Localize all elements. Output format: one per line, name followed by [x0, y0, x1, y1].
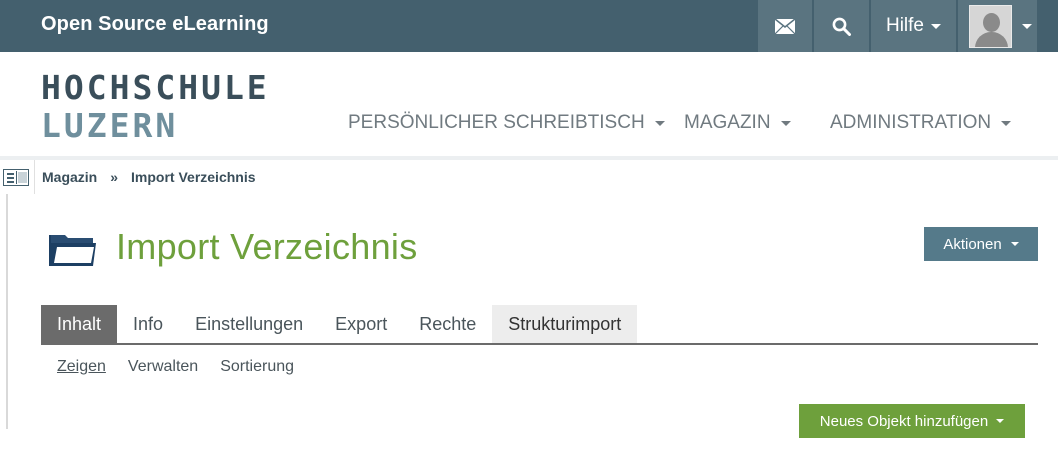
- tab-bar: Inhalt Info Einstellungen Export Rechte …: [41, 305, 638, 344]
- tree-view-icon[interactable]: [3, 169, 29, 186]
- chevron-down-icon: [996, 419, 1005, 423]
- tab-inhalt[interactable]: Inhalt: [41, 305, 118, 344]
- mail-button[interactable]: [758, 0, 812, 52]
- breadcrumb-separator: »: [110, 169, 119, 185]
- tab-underline: [41, 343, 1038, 345]
- nav-magazin[interactable]: MAGAZIN: [684, 112, 791, 134]
- tab-einstellungen[interactable]: Einstellungen: [179, 305, 319, 344]
- tab-export[interactable]: Export: [319, 305, 403, 344]
- actions-label: Aktionen: [943, 235, 1002, 253]
- logo-line-1: HOCHSCHULE: [41, 68, 270, 107]
- header: HOCHSCHULE LUZERN PERSÖNLICHER SCHREIBTI…: [0, 52, 1058, 157]
- actions-button[interactable]: Aktionen: [924, 227, 1038, 261]
- left-border: [6, 194, 8, 429]
- nav-administration[interactable]: ADMINISTRATION: [830, 112, 1012, 134]
- avatar: [968, 4, 1012, 48]
- page-title: Import Verzeichnis: [116, 226, 418, 267]
- nav-personal-desktop[interactable]: PERSÖNLICHER SCHREIBTISCH: [348, 112, 665, 134]
- breadcrumb-bar: Magazin » Import Verzeichnis: [0, 160, 1058, 194]
- help-label: Hilfe: [885, 15, 924, 36]
- tab-rechte[interactable]: Rechte: [403, 305, 492, 344]
- search-button[interactable]: [814, 0, 869, 52]
- add-button-label: Neues Objekt hinzufügen: [819, 412, 989, 430]
- subtab-bar: Zeigen Verwalten Sortierung: [57, 358, 316, 376]
- tab-strukturimport[interactable]: Strukturimport: [492, 305, 638, 344]
- help-menu[interactable]: Hilfe: [871, 0, 956, 52]
- chevron-down-icon: [1010, 242, 1019, 246]
- brand-title[interactable]: Open Source eLearning: [41, 13, 269, 36]
- chevron-down-icon: [1021, 23, 1032, 29]
- user-menu[interactable]: [958, 0, 1037, 52]
- breadcrumb: Magazin » Import Verzeichnis: [42, 169, 256, 185]
- folder-icon: [49, 235, 96, 266]
- nav-label: PERSÖNLICHER SCHREIBTISCH: [348, 112, 645, 133]
- top-bar: Open Source eLearning Hilfe: [0, 0, 1058, 52]
- chevron-down-icon: [931, 23, 941, 29]
- breadcrumb-item-current[interactable]: Import Verzeichnis: [131, 169, 255, 185]
- divider: [34, 160, 35, 194]
- chevron-down-icon: [1001, 120, 1012, 126]
- subtab-zeigen[interactable]: Zeigen: [57, 358, 106, 376]
- add-new-object-button[interactable]: Neues Objekt hinzufügen: [799, 404, 1025, 438]
- chevron-down-icon: [654, 120, 665, 126]
- logo[interactable]: HOCHSCHULE LUZERN: [41, 69, 270, 145]
- breadcrumb-item-magazin[interactable]: Magazin: [42, 169, 97, 185]
- subtab-verwalten[interactable]: Verwalten: [128, 358, 198, 376]
- logo-line-2: LUZERN: [41, 106, 179, 145]
- nav-label: MAGAZIN: [684, 112, 771, 133]
- subtab-sortierung[interactable]: Sortierung: [220, 358, 294, 376]
- mail-icon: [775, 18, 795, 34]
- chevron-down-icon: [780, 120, 791, 126]
- search-icon: [832, 17, 851, 36]
- tab-info[interactable]: Info: [117, 305, 179, 344]
- nav-label: ADMINISTRATION: [830, 112, 992, 133]
